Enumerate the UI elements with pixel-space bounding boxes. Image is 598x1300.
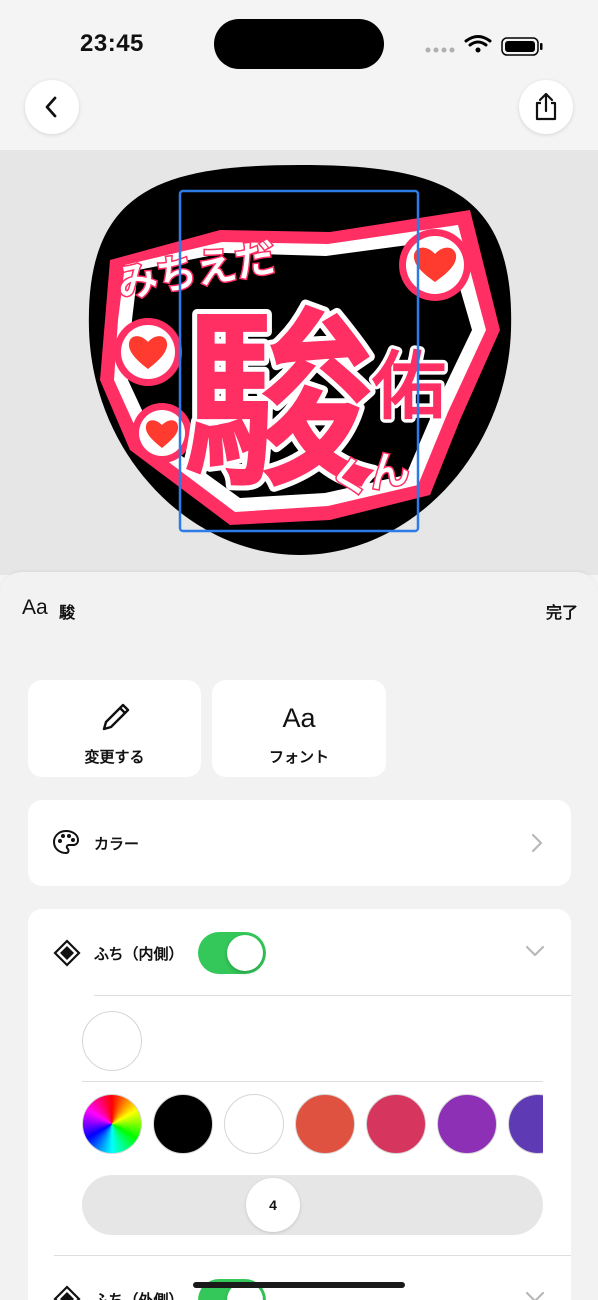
signal-icon [425, 47, 455, 53]
slider-thumb[interactable]: 4 [246, 1178, 300, 1232]
current-color-swatch[interactable] [82, 1011, 142, 1071]
status-time: 23:45 [80, 30, 144, 57]
outline-inner-header[interactable]: ふち（内側） [28, 909, 571, 997]
selected-font-preview: Aa [22, 596, 48, 619]
font-aa-icon: Aa [282, 702, 316, 733]
chevron-left-icon [45, 96, 57, 118]
outline-outer-label: ふち（外側） [94, 1291, 184, 1300]
heart-decoration [114, 318, 182, 386]
divider [82, 1081, 543, 1082]
editor-sheet: Aa 駿 完了 変更する Aa フォント カラー ふち（内側） 4 ふち（外側） [0, 572, 598, 1300]
back-button[interactable] [25, 80, 79, 134]
battery-icon [501, 37, 543, 56]
diamond-icon [53, 939, 81, 967]
selected-text-label: 駿 [59, 603, 76, 622]
name-right-text[interactable]: 佑 [368, 341, 450, 434]
chevron-right-icon [531, 833, 543, 853]
outline-width-slider[interactable]: 4 [82, 1175, 543, 1235]
heart-decoration [399, 229, 471, 301]
dynamic-island [214, 19, 384, 69]
color-swatches [82, 1093, 543, 1155]
color-row[interactable]: カラー [28, 800, 571, 886]
divider [54, 1255, 571, 1256]
share-icon [535, 92, 557, 121]
chevron-down-icon[interactable] [525, 1291, 545, 1300]
edit-text-button[interactable]: 変更する [28, 680, 201, 777]
color-wheel-swatch[interactable] [82, 1094, 142, 1154]
done-button[interactable]: 完了 [546, 599, 578, 623]
color-swatch[interactable] [366, 1094, 426, 1154]
edit-text-label: 変更する [84, 748, 145, 766]
uchiwa-canvas[interactable]: みちえだ 駿 佑 くん [0, 150, 598, 575]
status-bar: 23:45 [0, 0, 598, 80]
wifi-icon [464, 35, 492, 53]
palette-icon [52, 829, 80, 855]
color-swatch[interactable] [437, 1094, 497, 1154]
chevron-down-icon[interactable] [525, 945, 545, 957]
pencil-icon [102, 703, 129, 731]
color-label: カラー [94, 835, 140, 853]
font-label: フォント [268, 748, 329, 766]
outline-inner-toggle[interactable] [198, 932, 266, 974]
share-button[interactable] [519, 80, 573, 134]
color-swatch[interactable] [295, 1094, 355, 1154]
color-swatch[interactable] [224, 1094, 284, 1154]
color-swatch[interactable] [508, 1094, 543, 1154]
divider [94, 995, 571, 996]
outline-outer-header[interactable]: ふち（外側） [28, 1257, 571, 1300]
status-icons [425, 35, 543, 56]
diamond-icon [53, 1285, 81, 1300]
color-swatch[interactable] [153, 1094, 213, 1154]
outline-inner-label: ふち（内側） [94, 945, 184, 963]
sheet-header: Aa 駿 完了 [22, 596, 578, 626]
outline-card: ふち（内側） 4 ふち（外側） [28, 909, 571, 1300]
home-indicator [193, 1282, 405, 1288]
font-button[interactable]: Aa フォント [212, 680, 386, 777]
